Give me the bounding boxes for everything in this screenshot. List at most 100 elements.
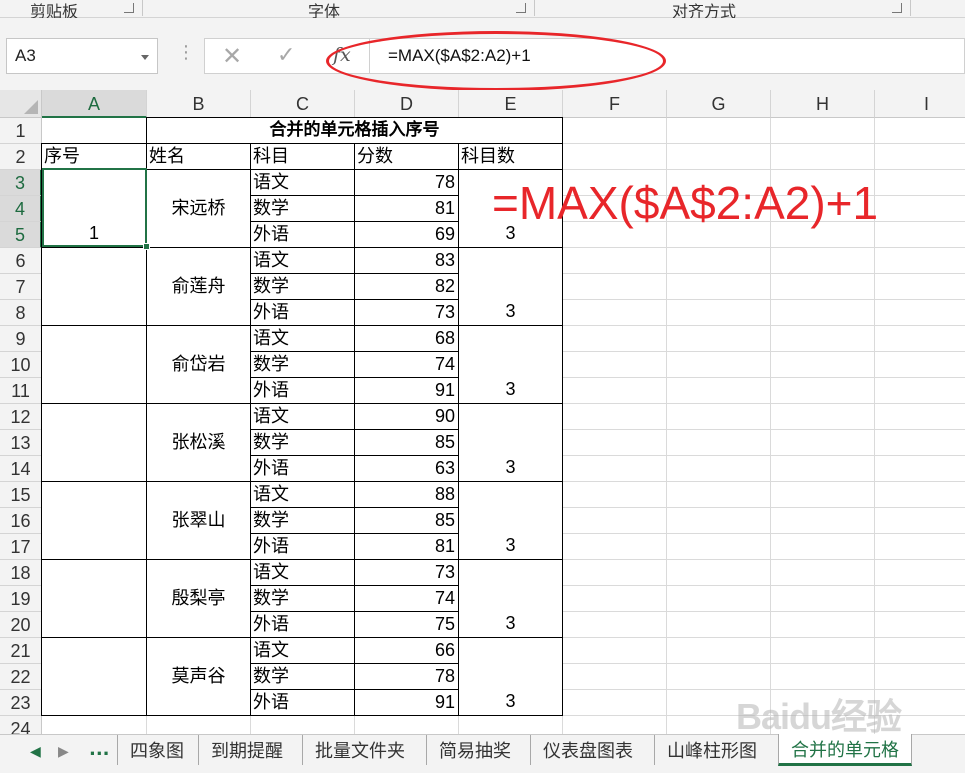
student-name-cell[interactable]: 殷梨亭 [146,559,251,638]
sheet-tab[interactable]: 到期提醒 [198,735,295,765]
row-header-3[interactable]: 3 [0,170,42,196]
student-name-cell[interactable]: 张翠山 [146,481,251,560]
row-header-5[interactable]: 5 [0,222,42,248]
column-header-h[interactable]: H [771,90,875,118]
row-header-19[interactable]: 19 [0,586,42,612]
score-cell[interactable]: 82 [354,273,459,300]
sheet-tab[interactable]: 四象图 [117,735,196,765]
tab-scroll-left-icon[interactable]: ◀ [30,744,41,760]
header-serial[interactable]: 序号 [41,143,147,170]
subject-count-cell[interactable]: 3 [458,559,563,638]
subject-cell[interactable]: 外语 [250,299,355,326]
row-header-22[interactable]: 22 [0,664,42,690]
score-cell[interactable]: 73 [354,559,459,586]
header-score[interactable]: 分数 [354,143,459,170]
chevron-down-icon[interactable] [141,55,149,60]
row-header-8[interactable]: 8 [0,300,42,326]
score-cell[interactable]: 85 [354,507,459,534]
student-name-cell[interactable]: 莫声谷 [146,637,251,716]
subject-cell[interactable]: 外语 [250,533,355,560]
score-cell[interactable]: 78 [354,169,459,196]
student-name-cell[interactable]: 张松溪 [146,403,251,482]
subject-count-cell[interactable]: 3 [458,481,563,560]
score-cell[interactable]: 88 [354,481,459,508]
alignment-launcher-icon[interactable] [892,3,902,13]
student-name-cell[interactable]: 俞岱岩 [146,325,251,404]
table-title[interactable]: 合并的单元格插入序号 [146,117,563,144]
subject-cell[interactable]: 数学 [250,663,355,690]
sheet-tab[interactable]: 批量文件夹 [302,735,417,765]
row-header-20[interactable]: 20 [0,612,42,638]
column-header-b[interactable]: B [147,90,251,118]
column-header-f[interactable]: F [563,90,667,118]
fill-handle[interactable] [143,243,150,250]
header-name[interactable]: 姓名 [146,143,251,170]
subject-count-cell[interactable]: 3 [458,637,563,716]
subject-cell[interactable]: 语文 [250,481,355,508]
row-header-24[interactable]: 24 [0,716,42,734]
column-header-e[interactable]: E [459,90,563,118]
score-cell[interactable]: 75 [354,611,459,638]
subject-cell[interactable]: 外语 [250,689,355,716]
serial-merged-cell[interactable] [41,559,147,638]
subject-cell[interactable]: 数学 [250,429,355,456]
column-header-c[interactable]: C [251,90,355,118]
student-name-cell[interactable]: 俞莲舟 [146,247,251,326]
serial-merged-cell[interactable] [41,325,147,404]
score-cell[interactable]: 81 [354,533,459,560]
cell-a1[interactable] [42,118,146,143]
sheet-tab[interactable]: 仪表盘图表 [530,735,645,765]
score-cell[interactable]: 73 [354,299,459,326]
score-cell[interactable]: 63 [354,455,459,482]
row-header-13[interactable]: 13 [0,430,42,456]
subject-cell[interactable]: 数学 [250,585,355,612]
clipboard-launcher-icon[interactable] [124,3,134,13]
row-header-1[interactable]: 1 [0,118,42,144]
subject-cell[interactable]: 语文 [250,247,355,274]
subject-cell[interactable]: 语文 [250,559,355,586]
subject-count-cell[interactable]: 3 [458,403,563,482]
column-header-d[interactable]: D [355,90,459,118]
subject-count-cell[interactable]: 3 [458,247,563,326]
font-launcher-icon[interactable] [516,3,526,13]
score-cell[interactable]: 74 [354,351,459,378]
header-count[interactable]: 科目数 [458,143,563,170]
score-cell[interactable]: 90 [354,403,459,430]
row-header-11[interactable]: 11 [0,378,42,404]
row-header-21[interactable]: 21 [0,638,42,664]
row-header-16[interactable]: 16 [0,508,42,534]
subject-cell[interactable]: 语文 [250,637,355,664]
name-box[interactable]: A3 [6,38,158,74]
tab-scroll-right-icon[interactable]: ▶ [58,744,69,760]
row-header-2[interactable]: 2 [0,144,42,170]
serial-merged-cell[interactable] [41,403,147,482]
cancel-icon[interactable]: ✕ [222,42,242,70]
student-name-cell[interactable]: 宋远桥 [146,169,251,248]
score-cell[interactable]: 91 [354,689,459,716]
subject-count-cell[interactable]: 3 [458,325,563,404]
row-header-6[interactable]: 6 [0,248,42,274]
row-header-9[interactable]: 9 [0,326,42,352]
row-header-7[interactable]: 7 [0,274,42,300]
enter-check-icon[interactable]: ✓ [277,43,295,68]
select-all-corner[interactable] [0,90,42,118]
column-header-i[interactable]: I [875,90,965,118]
subject-cell[interactable]: 外语 [250,377,355,404]
subject-cell[interactable]: 数学 [250,273,355,300]
serial-merged-cell[interactable] [41,481,147,560]
score-cell[interactable]: 81 [354,195,459,222]
subject-cell[interactable]: 外语 [250,221,355,248]
score-cell[interactable]: 91 [354,377,459,404]
serial-merged-cell[interactable] [41,247,147,326]
score-cell[interactable]: 66 [354,637,459,664]
sheet-tab[interactable]: 简易抽奖 [426,735,523,765]
subject-cell[interactable]: 语文 [250,169,355,196]
subject-cell[interactable]: 外语 [250,611,355,638]
column-header-g[interactable]: G [667,90,771,118]
score-cell[interactable]: 78 [354,663,459,690]
row-header-17[interactable]: 17 [0,534,42,560]
score-cell[interactable]: 85 [354,429,459,456]
row-header-4[interactable]: 4 [0,196,42,222]
subject-cell[interactable]: 数学 [250,195,355,222]
header-subject[interactable]: 科目 [250,143,355,170]
